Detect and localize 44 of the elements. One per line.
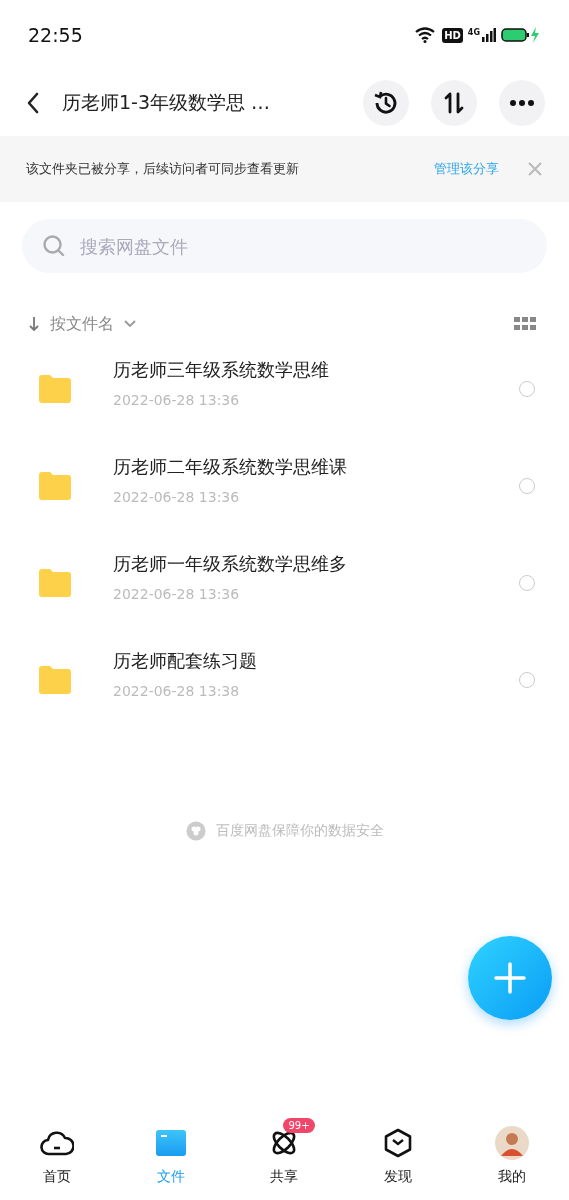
folder-name: 历老师三年级系统数学思维	[113, 357, 330, 382]
folder-icon	[37, 470, 73, 501]
history-button[interactable]	[363, 80, 409, 126]
add-button[interactable]	[468, 936, 552, 1020]
search-field[interactable]: 搜索网盘文件	[22, 219, 547, 273]
search-input[interactable]: 搜索网盘文件	[78, 234, 527, 258]
search-icon	[42, 234, 66, 258]
folder-date: 2022-06-28 13:38	[113, 682, 241, 699]
folder-date: 2022-06-28 13:36	[113, 391, 241, 408]
status-time: 22:55	[28, 24, 83, 46]
more-button[interactable]	[499, 80, 545, 126]
folder-icon	[37, 664, 73, 695]
folder-icon	[37, 373, 73, 404]
folder-title: 历老师1-3年级数学思 …	[62, 90, 272, 115]
hexagon-icon	[384, 1128, 413, 1158]
folder-date: 2022-06-28 13:36	[113, 585, 241, 602]
folder-date: 2022-06-28 13:36	[113, 488, 241, 505]
folder-name: 历老师二年级系统数学思维课	[113, 454, 348, 479]
signal-icon	[482, 28, 496, 42]
network-label: 4G	[467, 28, 480, 37]
battery-charging-icon	[501, 26, 541, 44]
chevron-down-icon	[124, 320, 136, 328]
close-icon[interactable]	[527, 161, 543, 177]
nav-tab[interactable]: 发现	[341, 1120, 456, 1200]
sort-dropdown[interactable]: 按文件名	[28, 313, 136, 335]
folder-icon	[37, 567, 73, 598]
nav-tab[interactable]: 99+ 共享	[227, 1120, 342, 1200]
plus-icon	[493, 961, 527, 995]
avatar-icon	[495, 1126, 530, 1160]
down-arrow-icon	[28, 316, 40, 332]
nav-tab[interactable]: 我的	[455, 1120, 569, 1200]
folder-name: 历老师配套练习题	[113, 648, 258, 673]
folder-name: 历老师一年级系统数学思维多	[113, 551, 348, 576]
nav-tab[interactable]: 首页	[0, 1120, 114, 1200]
count-badge: 99+	[283, 1118, 315, 1133]
more-icon	[509, 99, 535, 107]
sort-toggle-button[interactable]	[431, 80, 477, 126]
back-icon[interactable]	[26, 91, 40, 115]
folder-icon	[154, 1129, 187, 1157]
security-note: 百度网盘保障你的数据安全	[215, 822, 384, 840]
cloud-icon	[39, 1129, 74, 1157]
share-message: 该文件夹已被分享，后续访问者可同步查看更新	[26, 160, 300, 178]
hd-badge: HD	[442, 27, 463, 43]
grid-view-icon[interactable]	[514, 317, 536, 331]
